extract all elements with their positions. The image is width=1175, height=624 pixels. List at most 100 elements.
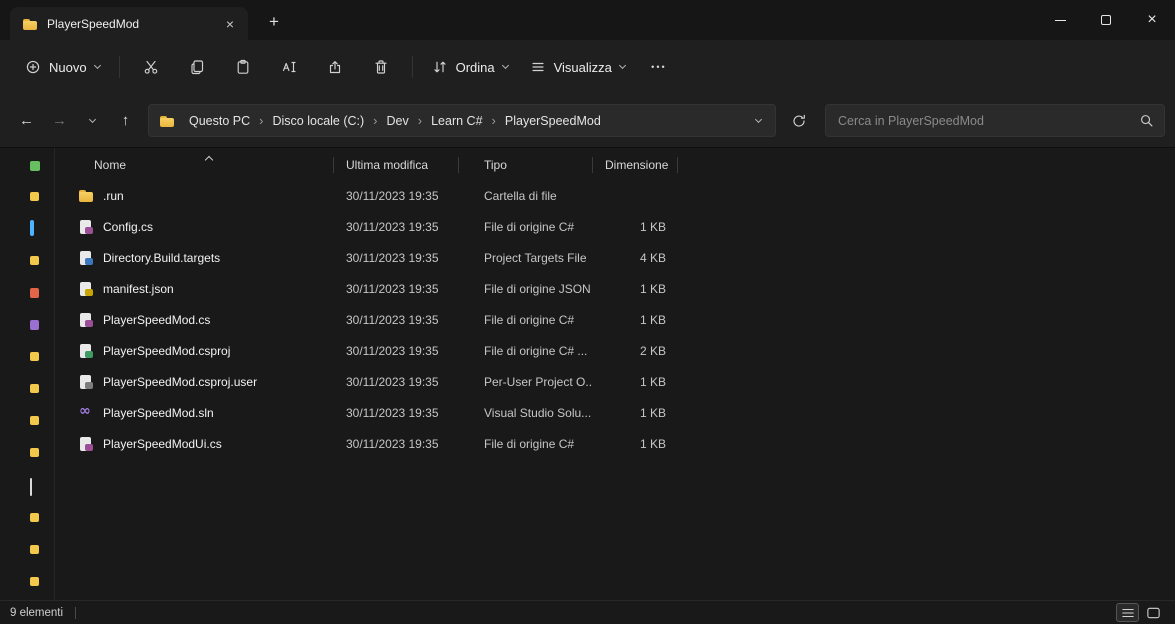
breadcrumb-separator: › xyxy=(258,113,264,128)
sidebar-item-icon[interactable] xyxy=(30,513,39,522)
tab-close-icon[interactable]: × xyxy=(220,14,240,34)
column-header-name[interactable]: Nome xyxy=(56,150,334,180)
file-row[interactable]: PlayerSpeedMod.sln 30/11/2023 19:35 Visu… xyxy=(56,397,1175,428)
rename-button[interactable] xyxy=(267,50,311,84)
file-name: Directory.Build.targets xyxy=(103,251,220,265)
sort-button[interactable]: Ordina xyxy=(421,50,519,84)
breadcrumb-item-disco-locale[interactable]: Disco locale (C:) xyxy=(265,110,371,132)
new-button[interactable]: Nuovo xyxy=(14,50,111,84)
file-modified: 30/11/2023 19:35 xyxy=(334,282,459,296)
breadcrumb-item-playerspeedmod[interactable]: PlayerSpeedMod xyxy=(498,110,608,132)
sidebar-item-icon[interactable] xyxy=(30,288,39,298)
toolbar-separator xyxy=(119,56,120,78)
file-type: Project Targets File xyxy=(459,251,593,265)
breadcrumb-item-learn-csharp[interactable]: Learn C# xyxy=(424,110,489,132)
sidebar-item-icon[interactable] xyxy=(30,256,39,265)
file-row[interactable]: Directory.Build.targets 30/11/2023 19:35… xyxy=(56,242,1175,273)
chevron-down-icon xyxy=(89,115,96,122)
view-button-label: Visualizza xyxy=(554,60,612,75)
cut-icon xyxy=(143,59,159,75)
command-bar: Nuovo Ordina Visualizza xyxy=(0,40,1175,94)
copy-button[interactable] xyxy=(175,50,219,84)
large-icons-view-button[interactable] xyxy=(1142,603,1165,622)
file-size: 1 KB xyxy=(593,375,678,389)
copy-icon xyxy=(189,59,205,75)
navigation-pane[interactable] xyxy=(0,148,55,600)
search-input[interactable] xyxy=(836,113,1139,129)
up-button[interactable]: ↑ xyxy=(109,105,142,137)
close-button[interactable]: × xyxy=(1129,0,1175,40)
column-header-size[interactable]: Dimensione xyxy=(593,150,678,180)
new-icon xyxy=(25,59,41,75)
sidebar-item-icon[interactable] xyxy=(30,384,39,393)
tab-playerspeedmod[interactable]: PlayerSpeedMod × xyxy=(10,7,248,40)
column-header-type[interactable]: Tipo xyxy=(459,150,593,180)
maximize-button[interactable] xyxy=(1083,0,1129,40)
chevron-down-icon xyxy=(619,62,626,69)
file-name: PlayerSpeedMod.cs xyxy=(103,313,210,327)
new-tab-button[interactable]: + xyxy=(261,10,287,34)
forward-button[interactable]: → xyxy=(43,105,76,137)
sidebar-item-icon[interactable] xyxy=(30,352,39,361)
refresh-button[interactable] xyxy=(782,105,815,137)
file-row[interactable]: PlayerSpeedModUi.cs 30/11/2023 19:35 Fil… xyxy=(56,428,1175,459)
file-modified: 30/11/2023 19:35 xyxy=(334,437,459,451)
address-dropdown-icon[interactable] xyxy=(755,115,762,122)
file-type: Per-User Project O... xyxy=(459,375,593,389)
sidebar-item-icon[interactable] xyxy=(30,320,39,330)
chevron-down-icon xyxy=(94,62,101,69)
sidebar-item-icon[interactable] xyxy=(30,448,39,457)
back-button[interactable]: ← xyxy=(10,105,43,137)
maximize-icon xyxy=(1101,15,1111,25)
breadcrumb-item-dev[interactable]: Dev xyxy=(380,110,416,132)
sidebar-item-icon[interactable] xyxy=(30,416,39,425)
sidebar-item-icon[interactable] xyxy=(30,577,39,586)
file-name: PlayerSpeedMod.csproj xyxy=(103,344,230,358)
file-icon xyxy=(78,312,94,328)
file-name: manifest.json xyxy=(103,282,174,296)
items-count: 9 elementi xyxy=(10,607,63,619)
search-box[interactable] xyxy=(825,104,1165,137)
file-icon xyxy=(78,219,94,235)
main-area: Nome Ultima modifica Tipo Dimensione .ru… xyxy=(0,148,1175,600)
cut-button[interactable] xyxy=(129,50,173,84)
file-row[interactable]: manifest.json 30/11/2023 19:35 File di o… xyxy=(56,273,1175,304)
file-row[interactable]: .run 30/11/2023 19:35 Cartella di file xyxy=(56,180,1175,211)
file-row[interactable]: Config.cs 30/11/2023 19:35 File di origi… xyxy=(56,211,1175,242)
statusbar-separator xyxy=(75,607,76,619)
file-row[interactable]: PlayerSpeedMod.csproj.user 30/11/2023 19… xyxy=(56,366,1175,397)
file-row[interactable]: PlayerSpeedMod.cs 30/11/2023 19:35 File … xyxy=(56,304,1175,335)
breadcrumb-separator: › xyxy=(372,113,378,128)
file-icon xyxy=(78,250,94,266)
paste-icon xyxy=(235,59,251,75)
view-button[interactable]: Visualizza xyxy=(519,50,636,84)
file-row[interactable]: PlayerSpeedMod.csproj 30/11/2023 19:35 F… xyxy=(56,335,1175,366)
file-icon xyxy=(78,281,94,297)
more-button[interactable]: ••• xyxy=(637,50,681,84)
new-button-label: Nuovo xyxy=(49,60,87,75)
details-view-button[interactable] xyxy=(1116,603,1139,622)
paste-button[interactable] xyxy=(221,50,265,84)
sidebar-item-icon[interactable] xyxy=(30,192,39,201)
file-modified: 30/11/2023 19:35 xyxy=(334,189,459,203)
address-bar[interactable]: Questo PC › Disco locale (C:) › Dev › Le… xyxy=(148,104,776,137)
file-type: File di origine C# xyxy=(459,313,593,327)
column-header-modified[interactable]: Ultima modifica xyxy=(334,150,459,180)
share-button[interactable] xyxy=(313,50,357,84)
sidebar-item-icon[interactable] xyxy=(30,545,39,554)
file-modified: 30/11/2023 19:35 xyxy=(334,406,459,420)
delete-button[interactable] xyxy=(359,50,403,84)
file-size: 1 KB xyxy=(593,406,678,420)
minimize-icon xyxy=(1055,20,1066,21)
file-icon xyxy=(78,405,94,421)
minimize-button[interactable] xyxy=(1037,0,1083,40)
sidebar-item-icon[interactable] xyxy=(30,161,40,171)
file-size: 2 KB xyxy=(593,344,678,358)
sidebar-item-icon[interactable] xyxy=(30,220,34,236)
file-type: File di origine JSON xyxy=(459,282,593,296)
recent-locations-button[interactable] xyxy=(76,105,109,137)
breadcrumb-item-questo-pc[interactable]: Questo PC xyxy=(182,110,257,132)
file-name: Config.cs xyxy=(103,220,153,234)
sidebar-item-icon[interactable] xyxy=(30,478,32,496)
file-size: 1 KB xyxy=(593,437,678,451)
